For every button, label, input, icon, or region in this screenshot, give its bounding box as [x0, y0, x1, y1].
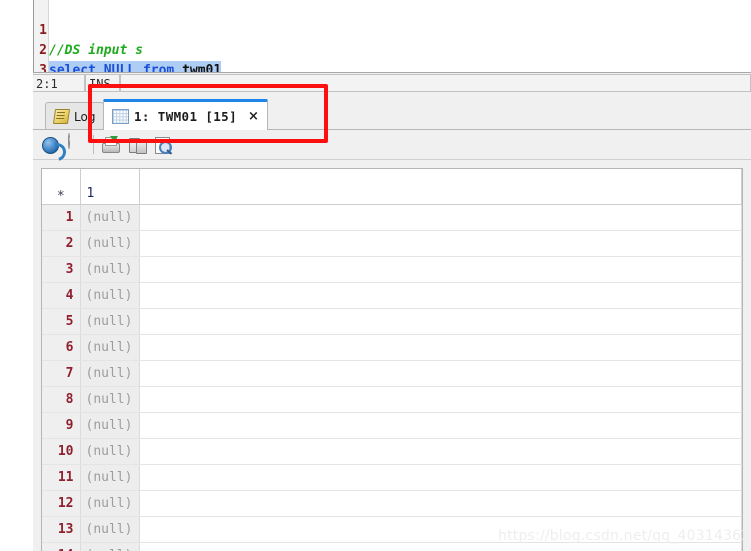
- table-row[interactable]: 4 (null): [42, 282, 742, 309]
- grid-row-filler: [139, 256, 742, 283]
- refresh-button[interactable]: [40, 134, 70, 165]
- grid-select-all-header[interactable]: *: [42, 169, 81, 205]
- watermark-text: https://blog.csdn.net/qq_40314362: [498, 528, 751, 544]
- grid-row-filler: [139, 490, 742, 517]
- table-row[interactable]: 11 (null): [42, 464, 742, 491]
- grid-row-filler: [139, 412, 742, 439]
- table-row[interactable]: 8 (null): [42, 386, 742, 413]
- row-number[interactable]: 9: [42, 412, 81, 439]
- stop-button[interactable]: [66, 133, 88, 156]
- row-number[interactable]: 12: [42, 490, 81, 517]
- log-document-icon: [52, 109, 71, 124]
- export-button[interactable]: [100, 134, 122, 156]
- results-panel: Log 1: TWM01 [15] × STOP * 1 1 (null) 2 …: [33, 92, 751, 551]
- grid-cell[interactable]: (null): [80, 438, 140, 465]
- editor-status-bar: 2:1 [14] INS: [33, 72, 751, 109]
- result-grid-icon: [112, 108, 129, 124]
- grid-row-filler: [139, 230, 742, 257]
- grid-cell[interactable]: (null): [80, 490, 140, 517]
- grid-cell[interactable]: (null): [80, 282, 140, 309]
- status-insert-mode: INS: [85, 74, 120, 92]
- grid-row-filler: [139, 386, 742, 413]
- table-row[interactable]: 3 (null): [42, 256, 742, 283]
- table-row[interactable]: 12 (null): [42, 490, 742, 517]
- grid-cell[interactable]: (null): [80, 516, 140, 543]
- row-number[interactable]: 1: [42, 204, 81, 231]
- table-row[interactable]: 5 (null): [42, 308, 742, 335]
- tab-log-label: Log: [74, 109, 96, 124]
- row-number[interactable]: 2: [42, 230, 81, 257]
- grid-body: 1 (null) 2 (null) 3 (null) 4 (null) 5 (null) 6 (nul…: [42, 204, 742, 551]
- code-line-1[interactable]: 1 //DS input s: [34, 1, 143, 58]
- result-grid: * 1 1 (null) 2 (null) 3 (null) 4 (null) 5 (null) 6…: [42, 169, 742, 551]
- row-number[interactable]: 7: [42, 360, 81, 387]
- toolbar-separator: [93, 135, 94, 154]
- tab-result-twm01[interactable]: 1: TWM01 [15] ×: [103, 99, 268, 130]
- grid-cell[interactable]: (null): [80, 308, 140, 335]
- table-row[interactable]: 6 (null): [42, 334, 742, 361]
- status-message-area: [120, 74, 751, 92]
- table-row[interactable]: 2 (null): [42, 230, 742, 257]
- grid-header-filler: [139, 169, 742, 205]
- grid-cell[interactable]: (null): [80, 204, 140, 231]
- table-row[interactable]: 10 (null): [42, 438, 742, 465]
- row-number[interactable]: 11: [42, 464, 81, 491]
- tab-log[interactable]: Log: [45, 102, 105, 130]
- grid-cell[interactable]: (null): [80, 256, 140, 283]
- row-number[interactable]: 4: [42, 282, 81, 309]
- tab-result-label: 1: TWM01 [15]: [134, 108, 238, 124]
- copy-button[interactable]: [126, 134, 148, 156]
- row-number[interactable]: 13: [42, 516, 81, 543]
- row-number[interactable]: 3: [42, 256, 81, 283]
- row-number[interactable]: 8: [42, 386, 81, 413]
- grid-row-filler: [139, 334, 742, 361]
- code-line-2[interactable]: 2 select NULL from twm01: [34, 21, 222, 81]
- table-row[interactable]: 1 (null): [42, 204, 742, 231]
- status-cursor-position: 2:1 [14]: [33, 74, 85, 109]
- grid-row-filler: [139, 308, 742, 335]
- results-tab-strip: Log 1: TWM01 [15] ×: [33, 97, 751, 130]
- grid-cell[interactable]: (null): [80, 386, 140, 413]
- grid-cell[interactable]: (null): [80, 412, 140, 439]
- grid-header-row: * 1: [42, 169, 742, 205]
- table-row[interactable]: 7 (null): [42, 360, 742, 387]
- grid-cell[interactable]: (null): [80, 334, 140, 361]
- grid-cell[interactable]: (null): [80, 230, 140, 257]
- grid-cell[interactable]: (null): [80, 464, 140, 491]
- results-toolbar: [33, 130, 751, 165]
- find-button[interactable]: [152, 134, 174, 156]
- grid-row-filler: [139, 438, 742, 465]
- row-number[interactable]: 10: [42, 438, 81, 465]
- grid-cell[interactable]: (null): [80, 360, 140, 387]
- grid-row-filler: [139, 282, 742, 309]
- stop-icon: [68, 133, 70, 149]
- grid-cell[interactable]: (null): [80, 542, 140, 551]
- row-number[interactable]: 6: [42, 334, 81, 361]
- code-line-3[interactable]: 3: [34, 41, 65, 78]
- sql-editor-panel[interactable]: 1 //DS input s 2 select NULL from twm01 …: [33, 0, 751, 81]
- grid-row-filler: [139, 204, 742, 231]
- grid-row-filler: [139, 464, 742, 491]
- table-row[interactable]: 9 (null): [42, 412, 742, 439]
- row-number[interactable]: 5: [42, 308, 81, 335]
- result-grid-container[interactable]: * 1 1 (null) 2 (null) 3 (null) 4 (null) 5 (null) 6…: [41, 168, 743, 551]
- grid-row-filler: [139, 360, 742, 387]
- tab-close-icon[interactable]: ×: [248, 109, 259, 124]
- row-number[interactable]: 14: [42, 542, 81, 551]
- grid-column-header-1[interactable]: 1: [80, 169, 140, 205]
